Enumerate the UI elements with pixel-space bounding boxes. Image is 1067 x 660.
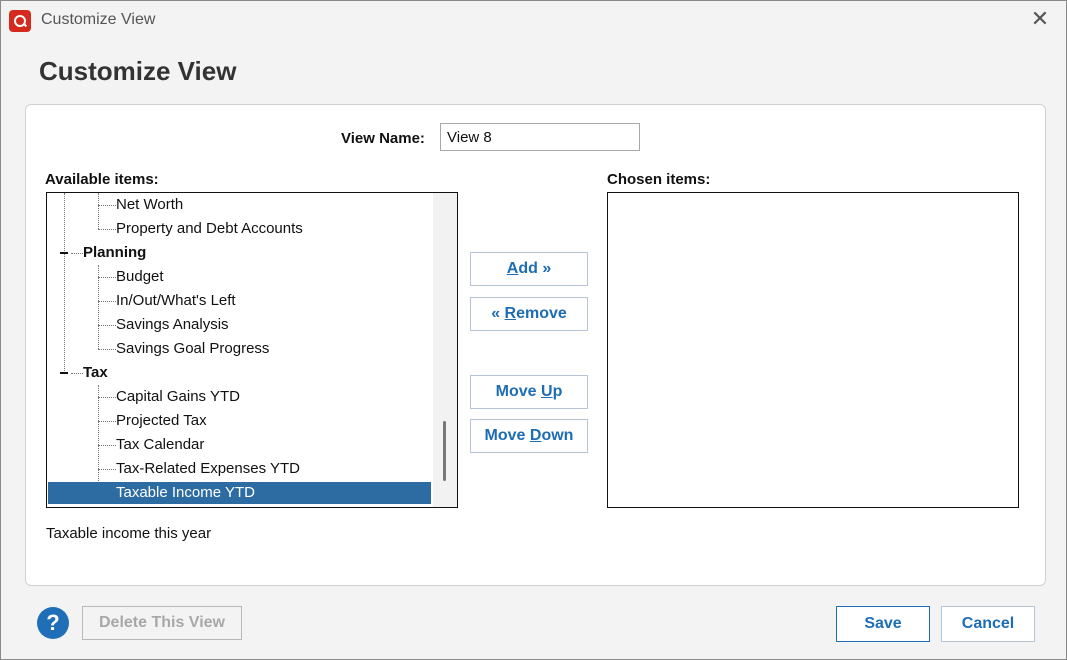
- tree-line: [98, 229, 116, 230]
- tree-line: [71, 373, 83, 374]
- remove-button[interactable]: « Remove: [470, 297, 588, 331]
- save-button[interactable]: Save: [836, 606, 930, 642]
- tree-line: [98, 301, 116, 302]
- tree-item[interactable]: Budget: [116, 266, 164, 288]
- tree-item[interactable]: Savings Analysis: [116, 314, 229, 336]
- move-up-button-mnemonic: U: [541, 383, 553, 400]
- view-name-label: View Name:: [341, 130, 425, 147]
- add-button-label-rest: dd »: [518, 260, 552, 277]
- tree-item[interactable]: Capital Gains YTD: [116, 386, 240, 408]
- dialog-window: Customize View ✕ Customize View View Nam…: [0, 0, 1067, 660]
- move-down-button-mnemonic: D: [529, 427, 542, 444]
- tree-line: [64, 193, 65, 253]
- tree-item[interactable]: Property and Debt Accounts: [116, 218, 303, 240]
- move-up-button[interactable]: Move Up: [470, 375, 588, 409]
- delete-view-button: Delete This View: [82, 606, 242, 640]
- chosen-items-label: Chosen items:: [607, 171, 711, 188]
- move-down-button-label-rest: own: [541, 427, 574, 444]
- tree-item[interactable]: Savings Goal Progress: [116, 338, 269, 360]
- tree-line: [98, 205, 116, 206]
- page-title: Customize View: [39, 56, 237, 86]
- close-icon[interactable]: ✕: [1028, 7, 1052, 31]
- item-description: Taxable income this year: [46, 525, 212, 542]
- remove-button-mnemonic: R: [504, 305, 517, 322]
- move-down-button[interactable]: Move Down: [470, 419, 588, 453]
- tree-line: [98, 325, 116, 326]
- window-title: Customize View: [41, 11, 156, 28]
- remove-button-label: «: [491, 305, 505, 322]
- view-name-input[interactable]: [440, 123, 640, 151]
- tree-item[interactable]: In/Out/What's Left: [116, 290, 236, 312]
- tree-line: [98, 469, 116, 470]
- tree-line: [98, 385, 99, 493]
- tree-group-tax[interactable]: Tax: [83, 362, 108, 384]
- move-down-button-label: Move: [484, 427, 530, 444]
- available-items-label: Available items:: [45, 171, 159, 188]
- collapse-planning-icon[interactable]: [60, 252, 68, 254]
- content-panel: View Name: Available items: Chosen items…: [25, 104, 1046, 586]
- tree-item-selected[interactable]: Taxable Income YTD: [48, 482, 431, 504]
- tree-line: [98, 193, 99, 229]
- available-items-list[interactable]: Net Worth Property and Debt Accounts Pla…: [46, 192, 458, 508]
- tree-line: [64, 253, 65, 373]
- tree-item[interactable]: Tax Calendar: [116, 434, 204, 456]
- move-up-button-label: Move: [495, 383, 541, 400]
- quicken-logo-icon: [9, 10, 31, 32]
- tree-group-planning[interactable]: Planning: [83, 242, 146, 264]
- tree-line: [71, 253, 83, 254]
- add-button-mnemonic: A: [506, 260, 519, 277]
- collapse-tax-icon[interactable]: [60, 372, 68, 374]
- scrollbar-thumb[interactable]: [443, 421, 446, 481]
- chosen-items-list[interactable]: [607, 192, 1019, 508]
- tree-line: [98, 397, 116, 398]
- tree-item[interactable]: Net Worth: [116, 194, 183, 216]
- title-bar: Customize View ✕: [1, 1, 1066, 39]
- tree-line: [98, 445, 116, 446]
- remove-button-label-rest: emove: [516, 305, 567, 322]
- tree-item[interactable]: Projected Tax: [116, 410, 207, 432]
- add-button[interactable]: Add »: [470, 252, 588, 286]
- tree-line: [98, 421, 116, 422]
- tree-line: [98, 349, 116, 350]
- tree-line: [98, 277, 116, 278]
- tree-item[interactable]: Tax-Related Expenses YTD: [116, 458, 300, 480]
- help-icon[interactable]: ?: [37, 607, 69, 639]
- cancel-button[interactable]: Cancel: [941, 606, 1035, 642]
- move-up-button-label-rest: p: [552, 383, 563, 400]
